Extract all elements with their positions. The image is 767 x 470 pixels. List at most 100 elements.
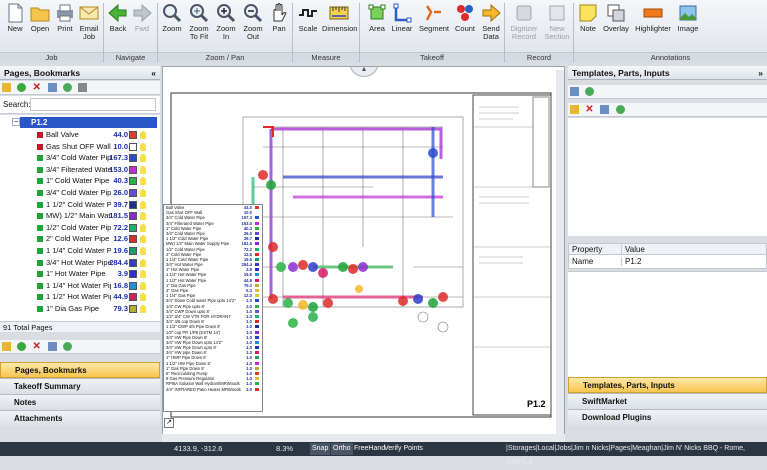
resize-arrow-icon[interactable]: ↗ [164,418,174,428]
color-swatch[interactable] [129,177,137,186]
overlay-button[interactable]: Overlay [602,2,630,50]
color-swatch[interactable] [129,131,137,139]
bookmark-item[interactable]: Ball Valve 44.0 [0,129,157,141]
ortho-toggle[interactable]: Ortho [331,443,353,455]
count-button[interactable]: Count [452,2,478,50]
refresh-icon[interactable] [615,105,625,114]
color-swatch[interactable] [129,189,137,197]
refresh-icon[interactable] [62,342,72,351]
bookmark-item[interactable]: 1" Hot Water Pipe 3.9 [0,268,157,280]
bookmark-item[interactable]: 3/4" Cold Water Pipe 167.3 [0,152,157,164]
property-row-name[interactable]: Name P1.2 [568,255,767,269]
open-button[interactable]: Open [28,2,52,50]
bookmark-item[interactable]: 3/4" Hot Water Pipe 284.4 [0,257,157,269]
bookmark-icon[interactable] [2,83,11,92]
lightbulb-icon[interactable] [140,165,146,174]
lightbulb-icon[interactable] [140,131,146,139]
nav-pages-bookmarks[interactable]: Pages, Bookmarks [0,362,160,378]
color-swatch[interactable] [129,200,137,209]
snap-toggle[interactable]: Snap [310,443,331,455]
bookmark-item[interactable]: 2" Cold Water Pipe 12.6 [0,233,157,245]
lightbulb-icon[interactable] [140,270,146,279]
expand-toggle-icon[interactable]: − [12,118,20,126]
lightbulb-icon[interactable] [140,281,146,290]
refresh-icon[interactable] [62,83,72,92]
lightbulb-icon[interactable] [140,223,146,232]
pan-button[interactable]: Pan [268,2,290,50]
linear-button[interactable]: Linear [390,2,414,50]
refresh-icon[interactable] [585,87,595,96]
nav-templates[interactable]: Templates, Parts, Inputs [568,377,767,393]
color-swatch[interactable] [129,293,137,302]
zoom-button[interactable]: Zoom [160,2,184,50]
horizontal-scrollbar[interactable] [162,434,565,442]
color-swatch[interactable] [129,154,137,163]
color-swatch[interactable] [129,281,137,290]
zoom-out-button[interactable]: Zoom Out [240,2,266,50]
nav-takeoff-summary[interactable]: Takeoff Summary [0,378,160,394]
bookmark-icon[interactable] [2,342,11,351]
delete-icon[interactable]: ✕ [32,342,41,352]
print-button[interactable]: Print [54,2,76,50]
digitizer-record-button[interactable]: Digitizer Record [508,2,540,50]
lightbulb-icon[interactable] [140,200,146,209]
collapse-left-icon[interactable]: « [151,66,156,80]
delete-icon[interactable]: ✕ [32,83,41,93]
bookmark-item[interactable]: 1 1/2" Cold Water Pipe39.7 [0,199,157,211]
color-swatch[interactable] [129,258,137,267]
color-swatch[interactable] [129,305,137,313]
lightbulb-icon[interactable] [140,177,146,186]
dimension-button[interactable]: Dimension [322,2,357,50]
verify-points-toggle[interactable]: Verify Points [382,443,425,455]
color-swatch[interactable] [129,247,137,255]
bookmark-item[interactable]: 1" Dia Gas Pipe 79.3 [0,303,157,315]
lightbulb-icon[interactable] [140,247,146,255]
color-swatch[interactable] [129,165,137,174]
lightbulb-icon[interactable] [140,142,146,151]
lightbulb-icon[interactable] [140,258,146,267]
new-template-icon[interactable] [570,105,579,114]
properties-icon[interactable] [600,105,610,114]
bookmark-item[interactable]: MW) 1/2" Main Wate...181.5 [0,210,157,222]
highlighter-button[interactable]: Highlighter [634,2,672,50]
collapse-right-icon[interactable]: » [758,66,763,80]
new-section-button[interactable]: New Section [542,2,572,50]
sort-icon[interactable] [78,83,88,92]
zoom-to-fit-button[interactable]: Zoom To Fit [186,2,212,50]
nav-notes[interactable]: Notes [0,394,160,410]
note-button[interactable]: Note [577,2,599,50]
bookmark-item[interactable]: 3/4" Cold Water Pipe 26.0 [0,187,157,199]
scale-button[interactable]: Scale [296,2,320,50]
color-swatch[interactable] [129,270,137,279]
lightbulb-icon[interactable] [140,212,146,221]
nav-download-plugins[interactable]: Download Plugins [568,409,767,427]
send-data-button[interactable]: Send Data [480,2,502,50]
nav-attachments[interactable]: Attachments [0,410,160,427]
color-swatch[interactable] [129,142,137,151]
color-swatch[interactable] [129,235,137,244]
lightbulb-icon[interactable] [140,235,146,244]
bookmark-item[interactable]: Gas Shut OFF Wall 10.0 [0,141,157,153]
zoom-in-button[interactable]: Zoom In [214,2,238,50]
lightbulb-icon[interactable] [140,154,146,163]
lightbulb-icon[interactable] [140,305,146,313]
lightbulb-icon[interactable] [140,189,146,197]
template-icon[interactable] [570,87,579,96]
back-button[interactable]: Back [107,2,129,50]
bookmark-item[interactable]: 1 1/2" Hot Water Pipe 44.9 [0,291,157,303]
properties-icon[interactable] [47,83,57,92]
bookmark-item[interactable]: 1 1/4" Hot Water Pipe 16.8 [0,280,157,292]
forward-button[interactable]: Fwd [131,2,153,50]
bookmark-item[interactable]: 1/2" Cold Water Pipe 72.2 [0,222,157,234]
bookmark-item[interactable]: 1" Cold Water Pipe 40.3 [0,175,157,187]
area-button[interactable]: Area [366,2,388,50]
nav-swiftmarket[interactable]: SwiftMarket [568,393,767,409]
search-input[interactable] [30,98,156,111]
segment-button[interactable]: Segment [418,2,450,50]
properties-icon[interactable] [47,342,57,351]
add-icon[interactable] [17,83,27,92]
delete-icon[interactable]: ✕ [585,105,594,115]
bookmark-item[interactable]: 1 1/4" Cold Water Pipe19.6 [0,245,157,257]
add-icon[interactable] [17,342,27,351]
bookmark-item[interactable]: 3/4" Filterated Wate... 153.0 [0,164,157,176]
